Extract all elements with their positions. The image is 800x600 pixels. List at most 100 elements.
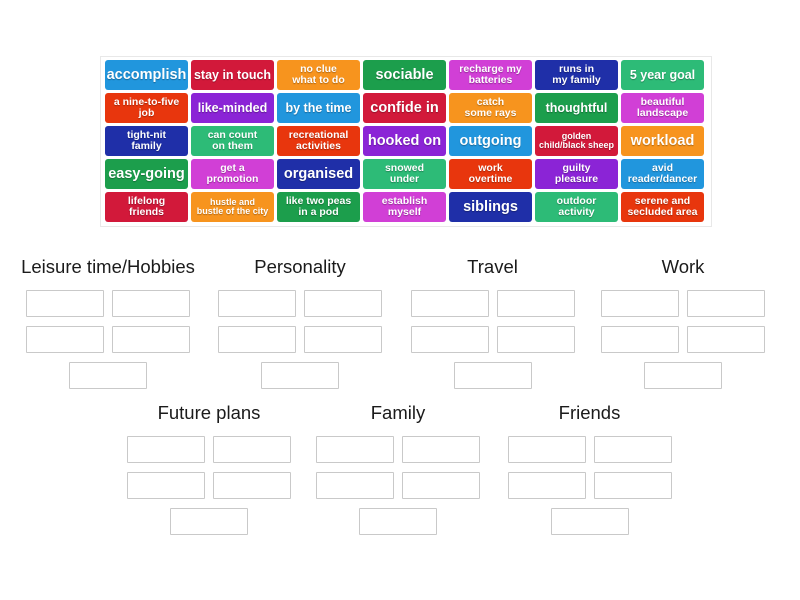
drop-slot[interactable] [507,436,586,463]
word-tile[interactable]: recharge my batteries [449,60,532,90]
drop-slot[interactable] [496,290,575,317]
word-tile[interactable]: like-minded [191,93,274,123]
category-title: Future plans [157,402,261,423]
drop-slot-grid [18,290,198,389]
category-group: Family [307,402,489,535]
drop-slot[interactable] [316,436,394,463]
drop-slot[interactable] [218,326,296,353]
drop-slot-row [26,290,190,317]
drop-slot[interactable] [26,290,104,317]
drop-slot[interactable] [112,290,190,317]
word-tile[interactable]: easy-going [105,159,188,189]
drop-slot[interactable] [69,362,147,389]
drop-slot-row [644,362,722,389]
word-tile[interactable]: hooked on [363,126,446,156]
drop-slot[interactable] [644,362,722,389]
tile-row: lifelong friends hustle and bustle of the c… [103,192,709,222]
drop-slot[interactable] [213,472,291,499]
drop-slot[interactable] [127,436,205,463]
word-tile[interactable]: workload [621,126,704,156]
word-tile-bank: accomplish stay in touch no clue what to do… [100,56,712,227]
word-tile[interactable]: no clue what to do [277,60,360,90]
drop-slot[interactable] [550,508,629,535]
drop-slot[interactable] [593,436,672,463]
word-tile[interactable]: tight-nit family [105,126,188,156]
drop-slot[interactable] [601,290,679,317]
drop-slot-row [550,508,629,535]
word-tile[interactable]: hustle and bustle of the city [191,192,274,222]
drop-slot[interactable] [402,436,480,463]
word-tile[interactable]: outgoing [449,126,532,156]
word-tile[interactable]: beautiful landscape [621,93,704,123]
word-tile[interactable]: get a promotion [191,159,274,189]
drop-slot-row [127,472,291,499]
drop-slot[interactable] [687,290,765,317]
drop-slot[interactable] [26,326,104,353]
drop-slot[interactable] [601,326,679,353]
drop-slot[interactable] [453,362,532,389]
word-tile[interactable]: lifelong friends [105,192,188,222]
tile-row: easy-going get a promotion organised snowed u… [103,159,709,189]
word-tile[interactable]: golden child/black sheep [535,126,618,156]
drop-slot-row [601,290,765,317]
drop-slot-row [507,436,672,463]
word-tile[interactable]: recreational activities [277,126,360,156]
word-tile[interactable]: serene and secluded area [621,192,704,222]
drop-slot-grid [592,290,774,389]
drop-slot-grid [115,436,303,535]
drop-slot-grid [400,290,585,389]
drop-slot[interactable] [170,508,248,535]
drop-slot[interactable] [359,508,437,535]
category-title: Personality [254,256,346,277]
drop-slot[interactable] [261,362,339,389]
drop-slot[interactable] [304,326,382,353]
drop-slot[interactable] [316,472,394,499]
drop-slot-grid [497,436,682,535]
drop-slot-row [507,472,672,499]
word-tile[interactable]: 5 year goal [621,60,704,90]
word-tile[interactable]: like two peas in a pod [277,192,360,222]
category-group: Leisure time/Hobbies [18,256,198,389]
word-tile[interactable]: by the time [277,93,360,123]
word-tile[interactable]: organised [277,159,360,189]
word-tile[interactable]: confide in [363,93,446,123]
drop-slot[interactable] [127,472,205,499]
drop-slot[interactable] [112,326,190,353]
word-tile[interactable]: establish myself [363,192,446,222]
drop-slot[interactable] [687,326,765,353]
word-tile[interactable]: can count on them [191,126,274,156]
drop-slot-row [601,326,765,353]
drop-slot[interactable] [593,472,672,499]
word-tile[interactable]: sociable [363,60,446,90]
tile-row: accomplish stay in touch no clue what to do… [103,60,709,90]
drop-slot[interactable] [218,290,296,317]
drop-slot[interactable] [507,472,586,499]
word-tile[interactable]: accomplish [105,60,188,90]
drop-slot-grid [307,436,489,535]
word-tile[interactable]: thoughtful [535,93,618,123]
tile-row: a nine-to-five job like-minded by the time c… [103,93,709,123]
word-tile[interactable]: outdoor activity [535,192,618,222]
word-tile[interactable]: snowed under [363,159,446,189]
drop-slot-row [316,436,480,463]
drop-slot[interactable] [496,326,575,353]
drop-slot[interactable] [304,290,382,317]
category-group: Work [592,256,774,389]
drop-slot[interactable] [410,290,489,317]
category-title: Friends [558,402,621,423]
drop-slot[interactable] [402,472,480,499]
word-tile[interactable]: a nine-to-five job [105,93,188,123]
word-tile[interactable]: work overtime [449,159,532,189]
word-tile[interactable]: siblings [449,192,532,222]
word-tile[interactable]: catch some rays [449,93,532,123]
word-tile[interactable]: runs in my family [535,60,618,90]
word-tile[interactable]: stay in touch [191,60,274,90]
drop-slot-row [218,326,382,353]
word-tile[interactable]: avid reader/dancer [621,159,704,189]
drop-slot[interactable] [410,326,489,353]
category-group: Friends [497,402,682,535]
drop-slot-row [316,472,480,499]
drop-slot[interactable] [213,436,291,463]
drop-slot-row [410,290,575,317]
word-tile[interactable]: guilty pleasure [535,159,618,189]
